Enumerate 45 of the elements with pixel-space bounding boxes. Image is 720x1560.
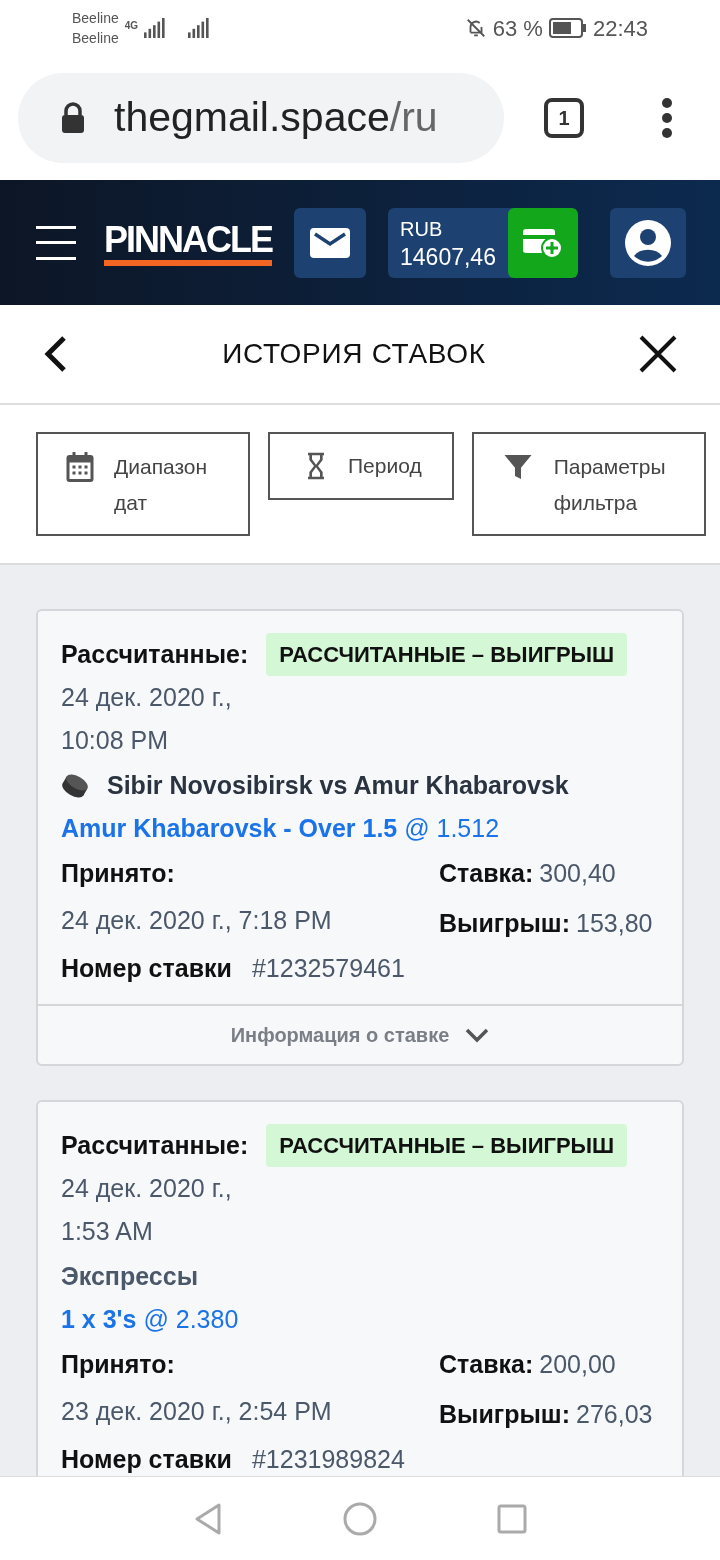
win-label: Выигрыш: xyxy=(439,908,570,939)
filter-button[interactable]: Диапазон дат xyxy=(36,432,250,536)
clock: 22:43 xyxy=(592,14,648,43)
carrier-name: Beeline xyxy=(72,9,119,28)
tab-count-button[interactable]: 1 xyxy=(544,98,584,138)
url-text: thegmail.space/ru xyxy=(114,93,438,143)
bet-number-label: Номер ставки xyxy=(61,1444,232,1475)
logo[interactable]: PINNACLE xyxy=(104,219,272,266)
balance-display[interactable]: RUB 14607,46 xyxy=(388,207,578,278)
accepted-date: 23 дек. 2020 г., 2:54 PM xyxy=(61,1396,332,1427)
stake-value: 200,00 xyxy=(539,1349,616,1380)
win-label: Выигрыш: xyxy=(439,1399,570,1430)
currency-label: RUB xyxy=(400,216,444,242)
stake-label: Ставка: xyxy=(439,858,534,889)
status-label: Рассчитанные: xyxy=(61,639,249,670)
status-badge: РАССЧИТАННЫЕ – ВЫИГРЫШ xyxy=(266,1124,628,1167)
accepted-date: 24 дек. 2020 г., 7:18 PM xyxy=(61,905,332,936)
accepted-label: Принято: xyxy=(61,1349,176,1380)
event-title: Sibir Novosibirsk vs Amur Khabarovsk xyxy=(107,770,569,801)
accepted-label: Принято: xyxy=(61,858,176,889)
bet-number: #1232579461 xyxy=(251,953,405,984)
settled-time: 10:08 PM xyxy=(61,725,169,756)
page-title: ИСТОРИЯ СТАВОК xyxy=(222,337,486,371)
settled-date: 24 дек. 2020 г., xyxy=(61,1173,233,1204)
stake-value: 300,40 xyxy=(539,858,616,889)
balance-amount: 14607,46 xyxy=(400,242,496,271)
bet-number-label: Номер ставки xyxy=(61,953,232,984)
settled-time: 1:53 AM xyxy=(61,1216,154,1247)
win-value: 153,80 xyxy=(576,908,653,939)
selection-link[interactable]: Amur Khabarovsk - Over 1.5 @ 1.512 xyxy=(61,807,659,850)
bet-type: Экспрессы xyxy=(61,1261,199,1292)
win-value: 276,03 xyxy=(576,1399,653,1430)
filter-button[interactable]: Период xyxy=(268,432,454,500)
stake-label: Ставка: xyxy=(439,1349,534,1380)
address-bar[interactable]: thegmail.space/ru xyxy=(18,73,504,163)
status-label: Рассчитанные: xyxy=(61,1130,249,1161)
bet-details-toggle[interactable]: Информация о ставке xyxy=(38,1004,682,1064)
selection-link[interactable]: 1 x 3's @ 2.380 xyxy=(61,1298,659,1341)
carrier-name: Beeline xyxy=(72,29,119,48)
bet-number: #1231989824 xyxy=(251,1444,405,1475)
settled-date: 24 дек. 2020 г., xyxy=(61,682,233,713)
network-type: 4G xyxy=(124,19,139,33)
status-badge: РАССЧИТАННЫЕ – ВЫИГРЫШ xyxy=(266,633,628,676)
filter-button[interactable]: Параметры фильтра xyxy=(471,432,706,536)
battery-percent: 63 % xyxy=(492,14,543,43)
